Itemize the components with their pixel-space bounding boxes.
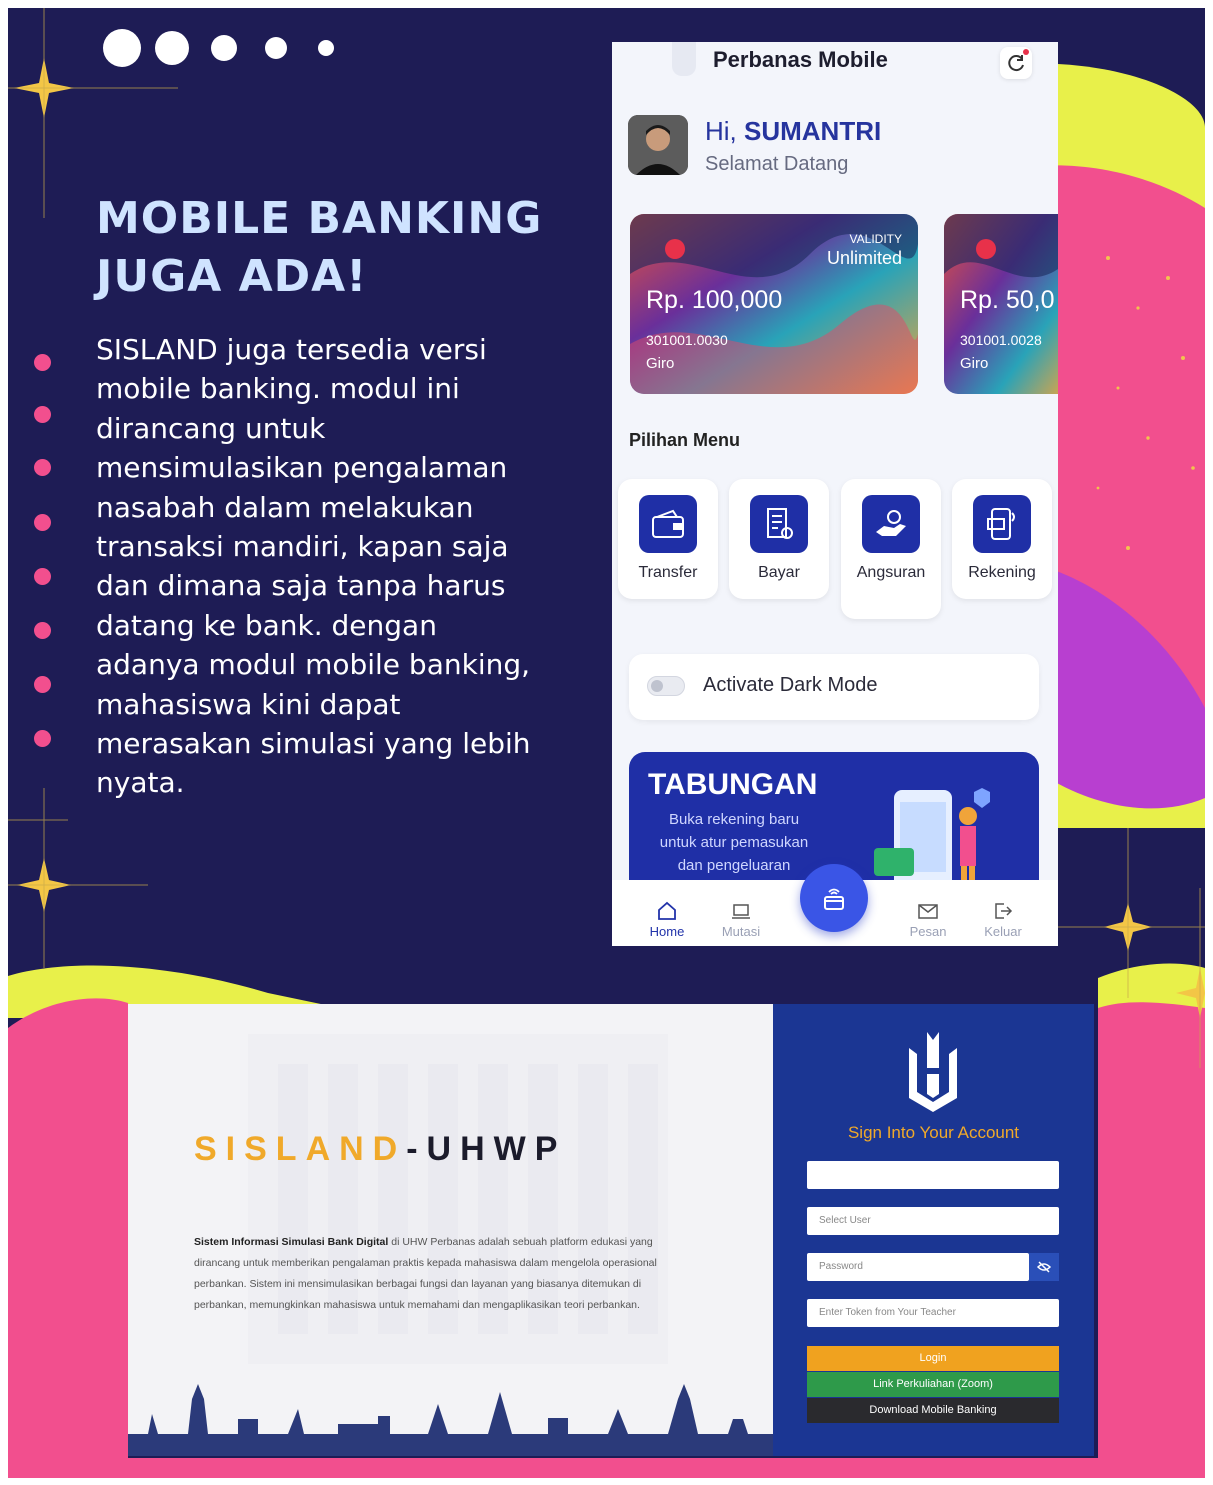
nav-keluar[interactable]: Keluar [968, 900, 1038, 939]
menu-item-label: Angsuran [856, 564, 926, 581]
greeting-prefix: Hi, [705, 116, 744, 146]
refresh-icon[interactable] [1000, 47, 1032, 79]
description-bold: Sistem Informasi Simulasi Bank Digital [194, 1236, 389, 1248]
brand-part-1: SISLAND [194, 1130, 407, 1168]
card-amount: Rp. 50,0 [960, 286, 1055, 314]
card-account-number: 301001.0030 [646, 332, 728, 348]
app-title: Perbanas Mobile [713, 47, 888, 72]
nav-pesan[interactable]: Pesan [893, 900, 963, 939]
password-field[interactable]: Password [807, 1253, 1029, 1281]
banner-text: Buka rekening baru untuk atur pemasukan … [659, 811, 809, 874]
brand-logo-text: SISLAND-UHWP [194, 1130, 566, 1169]
menu-item-label: Transfer [638, 564, 698, 581]
hand-coin-icon [862, 495, 920, 553]
menu-item-bayar[interactable]: Bayar [729, 479, 829, 599]
login-button[interactable]: Login [807, 1346, 1059, 1371]
greeting: Hi, SUMANTRI [705, 116, 881, 147]
nav-label: Mutasi [721, 924, 761, 939]
menu-item-rekening[interactable]: Rekening [952, 479, 1052, 599]
phone-illustration-icon [874, 788, 990, 892]
nav-home[interactable]: Home [632, 900, 702, 939]
nav-mutasi[interactable]: Mutasi [706, 900, 776, 939]
dark-mode-row: Activate Dark Mode [629, 654, 1039, 720]
bullet-dot [34, 354, 51, 371]
headline: MOBILE BANKING JUGA ADA! [96, 190, 556, 306]
brand-part-2: -UHWP [406, 1130, 567, 1168]
university-logo-icon [909, 1032, 957, 1112]
user-name: SUMANTRI [744, 116, 882, 146]
token-field[interactable]: Enter Token from Your Teacher [807, 1299, 1059, 1327]
login-form-panel: Sign Into Your Account Select User Passw… [773, 1004, 1094, 1456]
zoom-link-button[interactable]: Link Perkuliahan (Zoom) [807, 1372, 1059, 1397]
building-background [128, 1004, 773, 1456]
logout-icon [995, 903, 1013, 919]
eye-icon[interactable] [1029, 1253, 1059, 1281]
nfc-card-icon[interactable] [800, 864, 868, 932]
headline-line-1: MOBILE BANKING [96, 193, 543, 244]
account-card[interactable]: Rp. 50,0 301001.0028 Giro [944, 214, 1058, 394]
download-mobile-banking-button[interactable]: Download Mobile Banking [807, 1398, 1059, 1423]
bullet-dot [34, 730, 51, 747]
user-avatar [628, 115, 688, 175]
home-icon [658, 901, 676, 920]
poster: MOBILE BANKING JUGA ADA! SISLAND juga te… [0, 0, 1213, 1485]
card-validity-label: VALIDITY [849, 232, 902, 246]
select-user-field[interactable]: Select User [807, 1207, 1059, 1235]
card-account-type: Giro [646, 355, 675, 372]
mobile-app-screenshot: Perbanas Mobile Hi, SUMANTRI Selamat Dat… [612, 42, 1058, 946]
menu-item-transfer[interactable]: Transfer [618, 479, 718, 599]
menu-item-label: Bayar [758, 564, 800, 581]
nav-label: Pesan [909, 924, 947, 939]
menu-item-label: Rekening [968, 564, 1036, 581]
system-description: Sistem Informasi Simulasi Bank Digital d… [194, 1232, 684, 1316]
headline-line-2: JUGA ADA! [96, 251, 368, 302]
signin-title: Sign Into Your Account [847, 1123, 1020, 1142]
card-account-number: 301001.0028 [960, 332, 1042, 348]
bullet-dot [34, 568, 51, 585]
username-field[interactable] [807, 1161, 1059, 1189]
card-amount: Rp. 100,000 [646, 286, 783, 314]
bullet-dot [34, 622, 51, 639]
bill-icon [750, 495, 808, 553]
bullet-dot [34, 406, 51, 423]
app-logo [672, 42, 696, 76]
bullet-dot [34, 459, 51, 476]
nav-label: Home [649, 924, 685, 939]
welcome-text: Selamat Datang [705, 153, 849, 175]
bullet-dot [34, 676, 51, 693]
card-validity-value: Unlimited [826, 248, 902, 268]
banner-title: TABUNGAN [648, 768, 818, 801]
dark-mode-toggle[interactable] [647, 676, 685, 696]
menu-title: Pilihan Menu [629, 430, 741, 450]
bullet-dot [34, 514, 51, 531]
account-card[interactable]: VALIDITY Unlimited Rp. 100,000 301001.00… [630, 214, 918, 394]
nav-label: Keluar [984, 924, 1022, 939]
body-paragraph: SISLAND juga tersedia versi mobile banki… [96, 333, 531, 800]
account-device-icon [973, 495, 1031, 553]
dark-mode-label: Activate Dark Mode [703, 674, 878, 696]
card-account-type: Giro [960, 355, 989, 372]
wallet-icon [639, 495, 697, 553]
laptop-icon [732, 904, 750, 919]
login-info-panel: SISLAND-UHWP Sistem Informasi Simulasi B… [128, 1004, 773, 1456]
mail-icon [918, 904, 938, 919]
menu-item-angsuran[interactable]: Angsuran [841, 479, 941, 619]
